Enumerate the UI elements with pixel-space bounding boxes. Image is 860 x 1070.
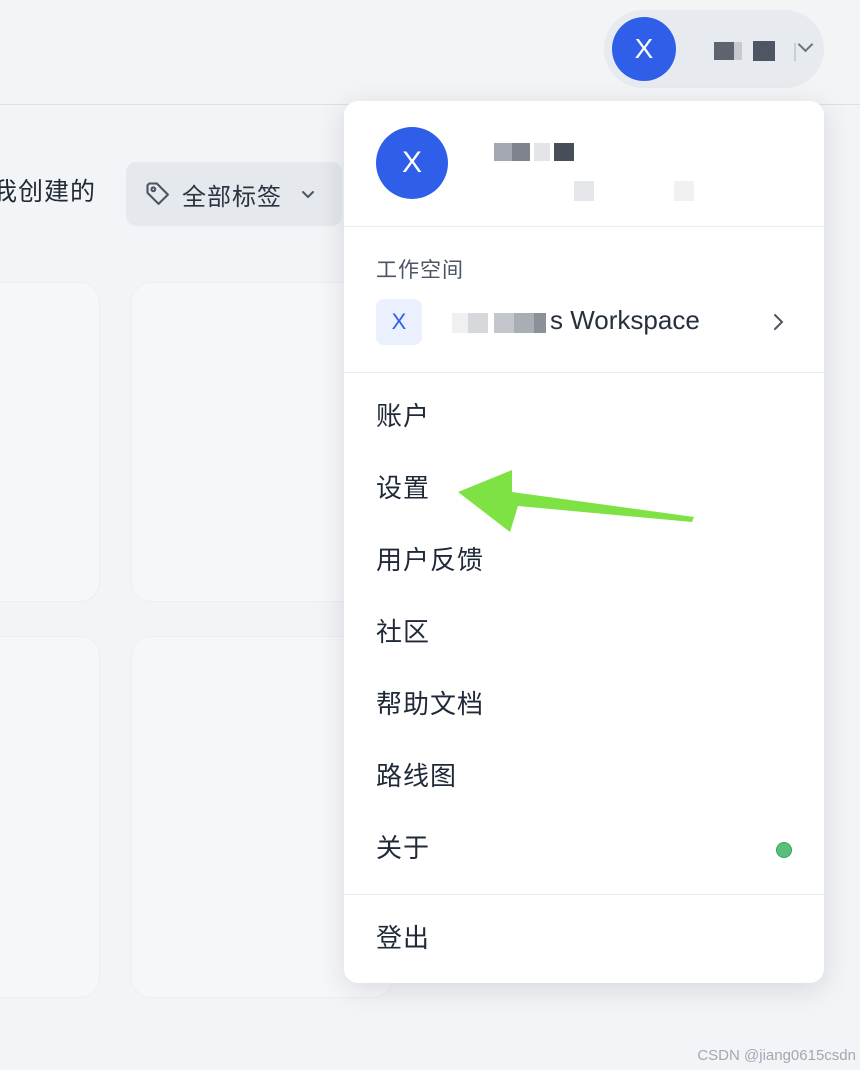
chip-separator <box>794 43 796 61</box>
menu-item-community[interactable]: 社区 <box>376 613 430 653</box>
menu-user-avatar: X <box>376 127 448 199</box>
annotation-arrow <box>458 470 694 532</box>
menu-divider <box>344 372 824 373</box>
workspace-badge: X <box>376 299 422 345</box>
app-card[interactable] <box>0 282 100 602</box>
menu-item-feedback[interactable]: 用户反馈 <box>376 541 484 581</box>
all-tags-label: 全部标签 <box>182 182 282 211</box>
workspace-switcher[interactable]: X s Workspace <box>344 293 824 353</box>
user-menu-trigger[interactable]: X <box>604 10 824 88</box>
chevron-right-icon <box>774 314 784 330</box>
tag-icon <box>146 182 169 205</box>
menu-item-help-docs[interactable]: 帮助文档 <box>376 685 484 725</box>
user-avatar[interactable]: X <box>612 17 676 81</box>
update-status-dot <box>776 842 792 858</box>
workspace-section-label: 工作空间 <box>376 258 464 282</box>
watermark: CSDN @jiang0615csdn <box>697 1047 856 1064</box>
menu-item-logout[interactable]: 登出 <box>376 919 430 959</box>
user-dropdown-menu: X 工作空间 X s Workspace 账户 设置 用户反馈 社区 帮助文档 … <box>344 101 824 983</box>
menu-divider <box>344 894 824 895</box>
menu-item-about[interactable]: 关于 <box>376 829 430 869</box>
menu-item-account[interactable]: 账户 <box>376 397 430 437</box>
chevron-down-icon <box>302 191 314 199</box>
filter-created-by-me[interactable]: 我创建的 <box>0 172 96 208</box>
chevron-down-icon[interactable] <box>797 36 814 53</box>
app-card[interactable] <box>0 636 100 998</box>
workspace-name: s Workspace <box>550 305 700 335</box>
menu-item-settings[interactable]: 设置 <box>376 469 430 509</box>
top-bar: X <box>0 0 860 105</box>
menu-divider <box>344 226 824 227</box>
all-tags-dropdown[interactable]: 全部标签 <box>126 162 342 226</box>
menu-item-roadmap[interactable]: 路线图 <box>376 757 457 797</box>
